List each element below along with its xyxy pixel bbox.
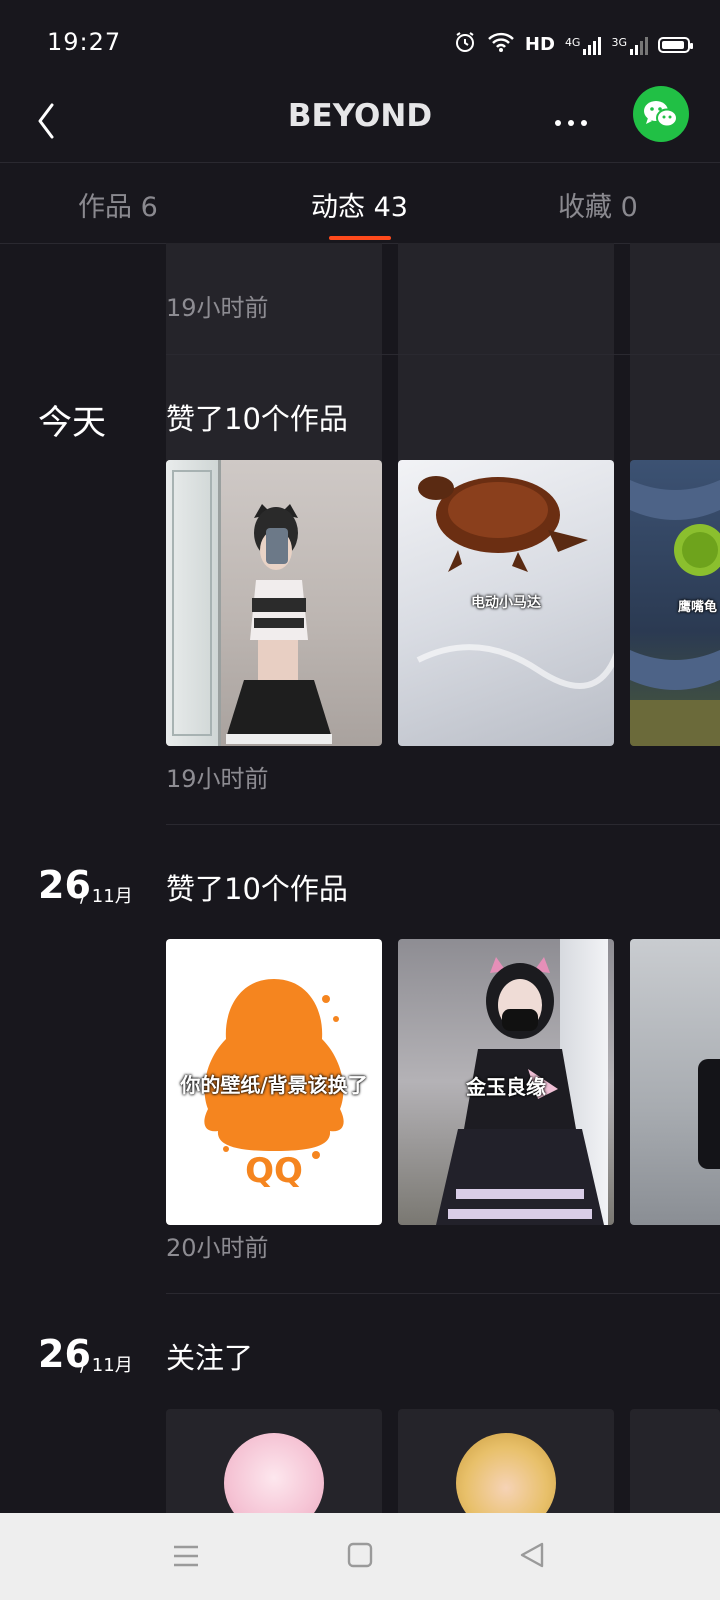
tab-favorites[interactable]: 收藏 0: [558, 185, 638, 224]
timestamp: 19小时前: [166, 294, 269, 322]
day-label: 今天: [38, 403, 106, 443]
tab-works[interactable]: 作品 6: [78, 185, 158, 224]
date-month: / 11月: [80, 1355, 133, 1376]
liked-thumbnail[interactable]: 金玉良缘: [398, 939, 614, 1225]
thumbnail-caption: 金玉良缘: [466, 1075, 546, 1099]
home-icon[interactable]: [347, 1542, 373, 1572]
page-title: BEYOND: [287, 98, 433, 134]
divider: [166, 354, 720, 355]
system-nav-bar: [0, 1513, 720, 1600]
status-bar: 19:27 HD 4G 3G: [0, 0, 720, 86]
more-icon[interactable]: [546, 108, 596, 138]
activity-title: 赞了10个作品: [166, 402, 348, 436]
timestamp: 19小时前: [166, 765, 269, 793]
thumbnail-caption: 鹰嘴龟: [678, 600, 718, 615]
status-time: 19:27: [47, 28, 122, 56]
liked-thumbnail[interactable]: [630, 939, 720, 1225]
liked-thumbnail[interactable]: 鹰嘴龟: [630, 460, 720, 746]
qq-logo-text: QQ: [245, 1151, 303, 1191]
signal-3g-icon: 3G: [611, 35, 648, 55]
signal-4g-icon: 4G: [565, 35, 602, 55]
liked-thumbnail[interactable]: QQ 你的壁纸/背景该换了: [166, 939, 382, 1225]
divider: [166, 824, 720, 825]
activity-feed[interactable]: 19小时前 今天 赞了10个作品 电动小马达 鹰嘴龟 19小时前 26 / 11…: [0, 243, 720, 1513]
thumbnail-caption: 电动小马达: [471, 595, 541, 611]
followed-user-card[interactable]: [166, 1409, 382, 1513]
battery-icon: [658, 36, 693, 53]
date-month: / 11月: [80, 886, 133, 907]
activity-title: 关注了: [166, 1341, 254, 1375]
followed-user-card[interactable]: [398, 1409, 614, 1513]
header: BEYOND: [0, 86, 720, 163]
menu-icon[interactable]: [172, 1543, 200, 1573]
avatar: [224, 1433, 324, 1513]
followed-user-card[interactable]: [630, 1409, 720, 1513]
alarm-icon: [453, 30, 477, 59]
tab-active-indicator: [329, 236, 391, 240]
profile-tabs: 作品 6 动态 43 收藏 0: [0, 163, 720, 244]
avatar: [456, 1433, 556, 1513]
tab-activity[interactable]: 动态 43: [311, 185, 408, 224]
liked-thumbnail[interactable]: [166, 460, 382, 746]
back-nav-icon[interactable]: [518, 1541, 546, 1573]
timestamp: 20小时前: [166, 1234, 269, 1262]
status-icons: HD 4G 3G: [453, 30, 693, 59]
wechat-icon[interactable]: [633, 86, 689, 142]
hd-label: HD: [524, 34, 555, 55]
activity-title: 赞了10个作品: [166, 872, 348, 906]
liked-thumbnail[interactable]: 电动小马达: [398, 460, 614, 746]
wifi-icon: [487, 31, 515, 58]
divider: [166, 1293, 720, 1294]
thumbnail-caption: 你的壁纸/背景该换了: [180, 1073, 368, 1097]
